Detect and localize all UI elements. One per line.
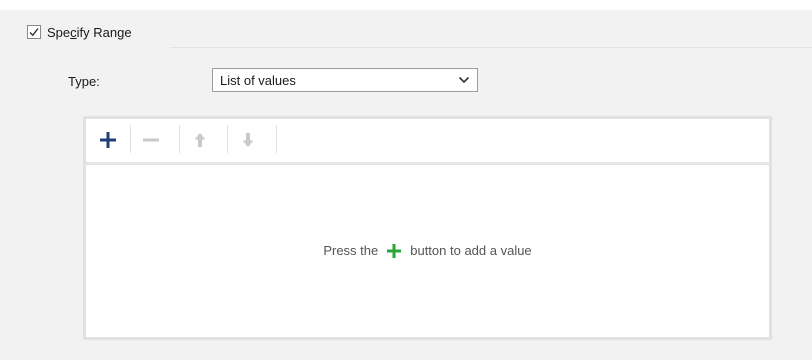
toolbar-separator <box>179 125 180 153</box>
type-dropdown[interactable]: List of values <box>212 68 478 92</box>
section-divider <box>170 47 812 48</box>
arrow-up-icon <box>194 133 206 147</box>
minus-icon <box>143 138 159 142</box>
empty-message-suffix: button to add a value <box>410 243 532 258</box>
add-value-button[interactable] <box>98 130 118 150</box>
empty-message-prefix: Press the <box>323 243 379 258</box>
green-plus-icon <box>387 243 402 258</box>
move-up-button[interactable] <box>190 130 210 150</box>
specify-range-label[interactable]: Specify Range <box>47 25 132 40</box>
specify-range-checkbox[interactable] <box>27 25 41 39</box>
values-toolbar <box>86 119 769 165</box>
toolbar-separator <box>130 125 131 153</box>
empty-list-message: Press the button to add a value <box>86 243 769 258</box>
type-label: Type: <box>68 74 100 89</box>
specify-range-header: Specify Range <box>20 21 812 43</box>
type-dropdown-value: List of values <box>220 72 296 88</box>
arrow-down-icon <box>242 133 254 147</box>
plus-icon <box>100 132 116 148</box>
chevron-down-icon <box>458 76 470 84</box>
toolbar-separator <box>276 125 277 153</box>
remove-value-button[interactable] <box>141 130 161 150</box>
checkmark-icon <box>29 28 39 37</box>
move-down-button[interactable] <box>238 130 258 150</box>
toolbar-separator <box>227 125 228 153</box>
top-strip <box>0 0 812 10</box>
values-list-panel: Press the button to add a value <box>83 116 772 340</box>
